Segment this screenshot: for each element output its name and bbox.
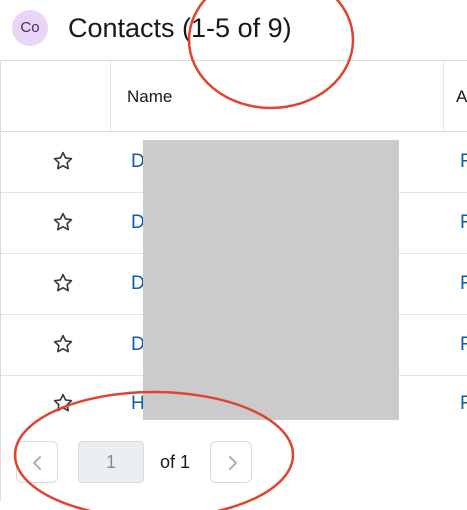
page-number-input[interactable]: 1 [78, 441, 144, 483]
star-icon[interactable] [52, 272, 74, 294]
page-title: Contacts (1-5 of 9) [68, 13, 292, 43]
next-page-button[interactable] [210, 441, 252, 483]
column-header-name[interactable]: Name [127, 61, 172, 133]
chevron-left-icon [33, 456, 41, 470]
chevron-right-icon [229, 456, 237, 470]
column-header-next[interactable]: A [456, 61, 467, 133]
account-link[interactable]: F [460, 254, 467, 314]
redaction-block [143, 140, 399, 420]
account-link[interactable]: F [460, 193, 467, 253]
column-header-actions [1, 61, 111, 131]
account-link[interactable]: F [460, 374, 467, 434]
star-icon[interactable] [52, 392, 74, 414]
column-divider [443, 61, 444, 131]
previous-page-button[interactable] [16, 441, 58, 483]
avatar: Co [12, 10, 48, 46]
star-icon[interactable] [52, 333, 74, 355]
table-header: Name A [1, 61, 467, 132]
star-icon[interactable] [52, 211, 74, 233]
page-header: Co Contacts (1-5 of 9) [0, 0, 467, 60]
account-link[interactable]: F [460, 132, 467, 192]
star-icon[interactable] [52, 150, 74, 172]
account-link[interactable]: F [460, 315, 467, 375]
